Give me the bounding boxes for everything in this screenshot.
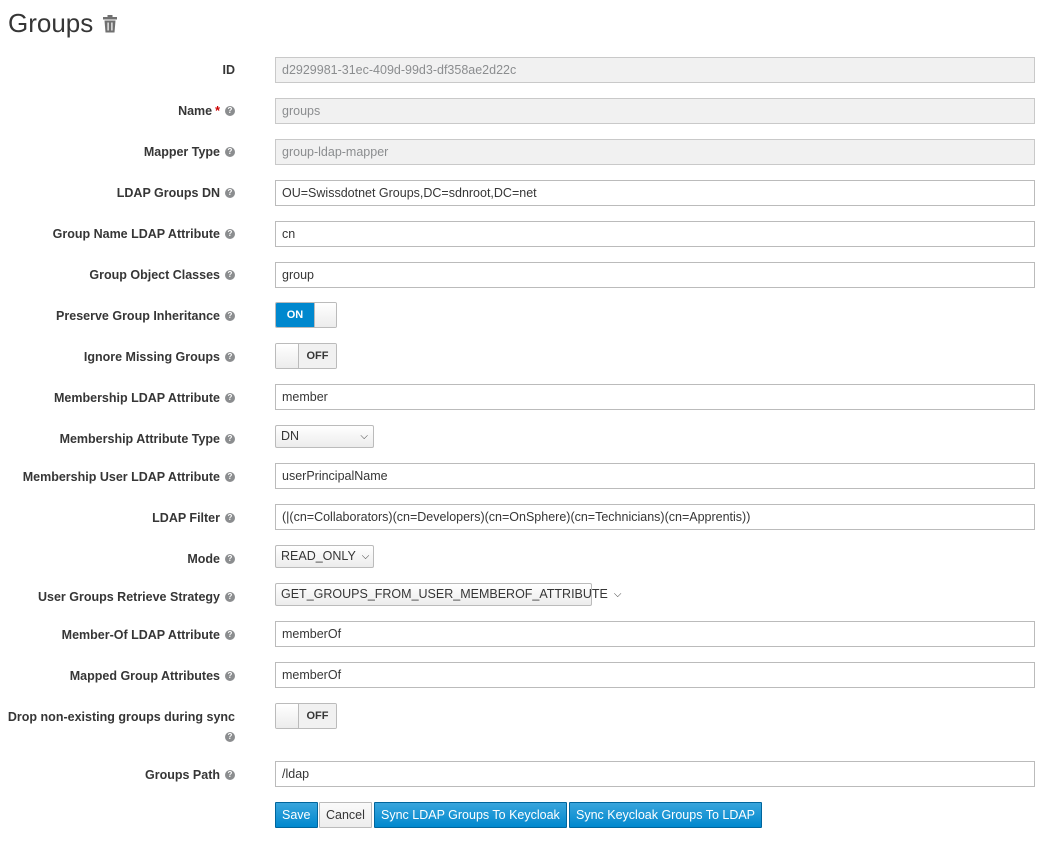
name-label: Name *? xyxy=(178,101,235,121)
required-marker: * xyxy=(215,104,220,118)
mapped-group-attrs-label: Mapped Group Attributes? xyxy=(70,666,235,686)
trash-icon[interactable] xyxy=(102,14,118,33)
chevron-down-icon: ⌵ xyxy=(360,431,368,442)
help-icon[interactable]: ? xyxy=(225,187,235,198)
membership-user-attr-field[interactable]: userPrincipalName xyxy=(275,463,1035,489)
selected-value: GET_GROUPS_FROM_USER_MEMBEROF_ATTRIBUTE xyxy=(281,587,608,601)
membership-attr-type-label-text: Membership Attribute Type xyxy=(59,432,220,446)
retrieve-strategy-select[interactable]: GET_GROUPS_FROM_USER_MEMBEROF_ATTRIBUTE ⌵ xyxy=(275,583,622,606)
group-name-attr-field[interactable]: cn xyxy=(275,221,1035,247)
page-title-row: Groups xyxy=(8,8,118,39)
ldap-filter-label-text: LDAP Filter xyxy=(152,511,220,525)
mode-label-text: Mode xyxy=(187,552,220,566)
selected-value: READ_ONLY xyxy=(281,549,356,563)
ignore-missing-toggle[interactable]: OFF xyxy=(275,343,337,369)
retrieve-strategy-label: User Groups Retrieve Strategy? xyxy=(38,587,235,607)
ldap-groups-dn-field[interactable]: OU=Swissdotnet Groups,DC=sdnroot,DC=net xyxy=(275,180,1035,206)
mode-select[interactable]: READ_ONLY ⌵ xyxy=(275,545,374,568)
toggle-on-label: ON xyxy=(276,303,314,327)
member-of-attr-label: Member-Of LDAP Attribute? xyxy=(62,625,235,645)
groups-path-field[interactable]: /ldap xyxy=(275,761,1035,787)
groups-path-label: Groups Path? xyxy=(145,765,235,785)
help-icon[interactable]: ? xyxy=(225,731,235,742)
group-object-classes-field[interactable]: group xyxy=(275,262,1035,288)
toggle-knob xyxy=(276,704,299,728)
toggle-off-label: OFF xyxy=(299,344,336,368)
help-icon[interactable]: ? xyxy=(225,310,235,321)
groups-path-label-text: Groups Path xyxy=(144,768,220,782)
id-field[interactable]: d2929981-31ec-409d-99d3-df358ae2d22c xyxy=(275,57,1035,83)
group-object-classes-label: Group Object Classes? xyxy=(89,265,235,285)
help-icon[interactable]: ? xyxy=(225,670,235,681)
ldap-groups-dn-label-text: LDAP Groups DN xyxy=(116,186,220,200)
drop-non-existing-toggle[interactable]: OFF xyxy=(275,703,337,729)
membership-attr-field[interactable]: member xyxy=(275,384,1035,410)
mapper-type-field[interactable]: group-ldap-mapper xyxy=(275,139,1035,165)
mapper-type-label: Mapper Type? xyxy=(144,142,235,162)
preserve-inheritance-label-text: Preserve Group Inheritance xyxy=(56,309,220,323)
help-icon[interactable]: ? xyxy=(225,351,235,362)
group-name-attr-label: Group Name LDAP Attribute? xyxy=(53,224,235,244)
ldap-groups-dn-label: LDAP Groups DN? xyxy=(117,183,235,203)
id-label: ID xyxy=(223,60,236,80)
help-icon[interactable]: ? xyxy=(225,591,235,602)
ignore-missing-label: Ignore Missing Groups? xyxy=(84,347,235,367)
member-of-attr-field[interactable]: memberOf xyxy=(275,621,1035,647)
toggle-off-label: OFF xyxy=(299,704,336,728)
ignore-missing-label-text: Ignore Missing Groups xyxy=(83,350,220,364)
help-icon[interactable]: ? xyxy=(225,433,235,444)
ldap-filter-field[interactable]: (|(cn=Collaborators)(cn=Developers)(cn=O… xyxy=(275,504,1035,530)
help-icon[interactable]: ? xyxy=(225,512,235,523)
toggle-knob xyxy=(276,344,299,368)
help-icon[interactable]: ? xyxy=(225,228,235,239)
mode-label: Mode? xyxy=(187,549,235,569)
help-icon[interactable]: ? xyxy=(225,392,235,403)
drop-non-existing-label: Drop non-existing groups during sync xyxy=(8,707,235,727)
cancel-button[interactable]: Cancel xyxy=(319,802,372,828)
group-object-classes-label-text: Group Object Classes xyxy=(89,268,220,282)
preserve-inheritance-toggle[interactable]: ON xyxy=(275,302,337,328)
help-icon[interactable]: ? xyxy=(225,269,235,280)
sync-keycloak-to-ldap-button[interactable]: Sync Keycloak Groups To LDAP xyxy=(569,802,763,828)
drop-non-existing-help-row: ? xyxy=(220,727,235,747)
membership-user-attr-label-text: Membership User LDAP Attribute xyxy=(22,470,220,484)
membership-attr-type-label: Membership Attribute Type? xyxy=(60,429,235,449)
help-icon[interactable]: ? xyxy=(225,629,235,640)
membership-attr-label-text: Membership LDAP Attribute xyxy=(54,391,220,405)
mapped-group-attrs-field[interactable]: memberOf xyxy=(275,662,1035,688)
help-icon[interactable]: ? xyxy=(225,146,235,157)
retrieve-strategy-label-text: User Groups Retrieve Strategy xyxy=(37,590,220,604)
membership-user-attr-label: Membership User LDAP Attribute? xyxy=(23,467,235,487)
toggle-knob xyxy=(314,303,336,327)
mapped-group-attrs-label-text: Mapped Group Attributes xyxy=(69,669,220,683)
membership-attr-label: Membership LDAP Attribute? xyxy=(54,388,235,408)
name-field[interactable]: groups xyxy=(275,98,1035,124)
help-icon[interactable]: ? xyxy=(225,769,235,780)
selected-value: DN xyxy=(281,429,300,443)
save-button[interactable]: Save xyxy=(275,802,318,828)
group-name-attr-label-text: Group Name LDAP Attribute xyxy=(52,227,220,241)
ldap-filter-label: LDAP Filter? xyxy=(152,508,235,528)
mapper-type-label-text: Mapper Type xyxy=(143,145,220,159)
sync-ldap-to-keycloak-button[interactable]: Sync LDAP Groups To Keycloak xyxy=(374,802,567,828)
chevron-down-icon: ⌵ xyxy=(613,589,622,600)
drop-non-existing-label-text: Drop non-existing groups during sync xyxy=(7,710,235,724)
id-label-text: ID xyxy=(222,63,236,77)
help-icon[interactable]: ? xyxy=(225,471,235,482)
chevron-down-icon: ⌵ xyxy=(361,551,370,562)
help-icon[interactable]: ? xyxy=(225,105,235,116)
preserve-inheritance-label: Preserve Group Inheritance? xyxy=(56,306,235,326)
membership-attr-type-select[interactable]: DN ⌵ xyxy=(275,425,374,448)
help-icon[interactable]: ? xyxy=(225,553,235,564)
page-title: Groups xyxy=(8,8,94,38)
member-of-attr-label-text: Member-Of LDAP Attribute xyxy=(61,628,220,642)
name-label-text: Name xyxy=(178,104,213,118)
